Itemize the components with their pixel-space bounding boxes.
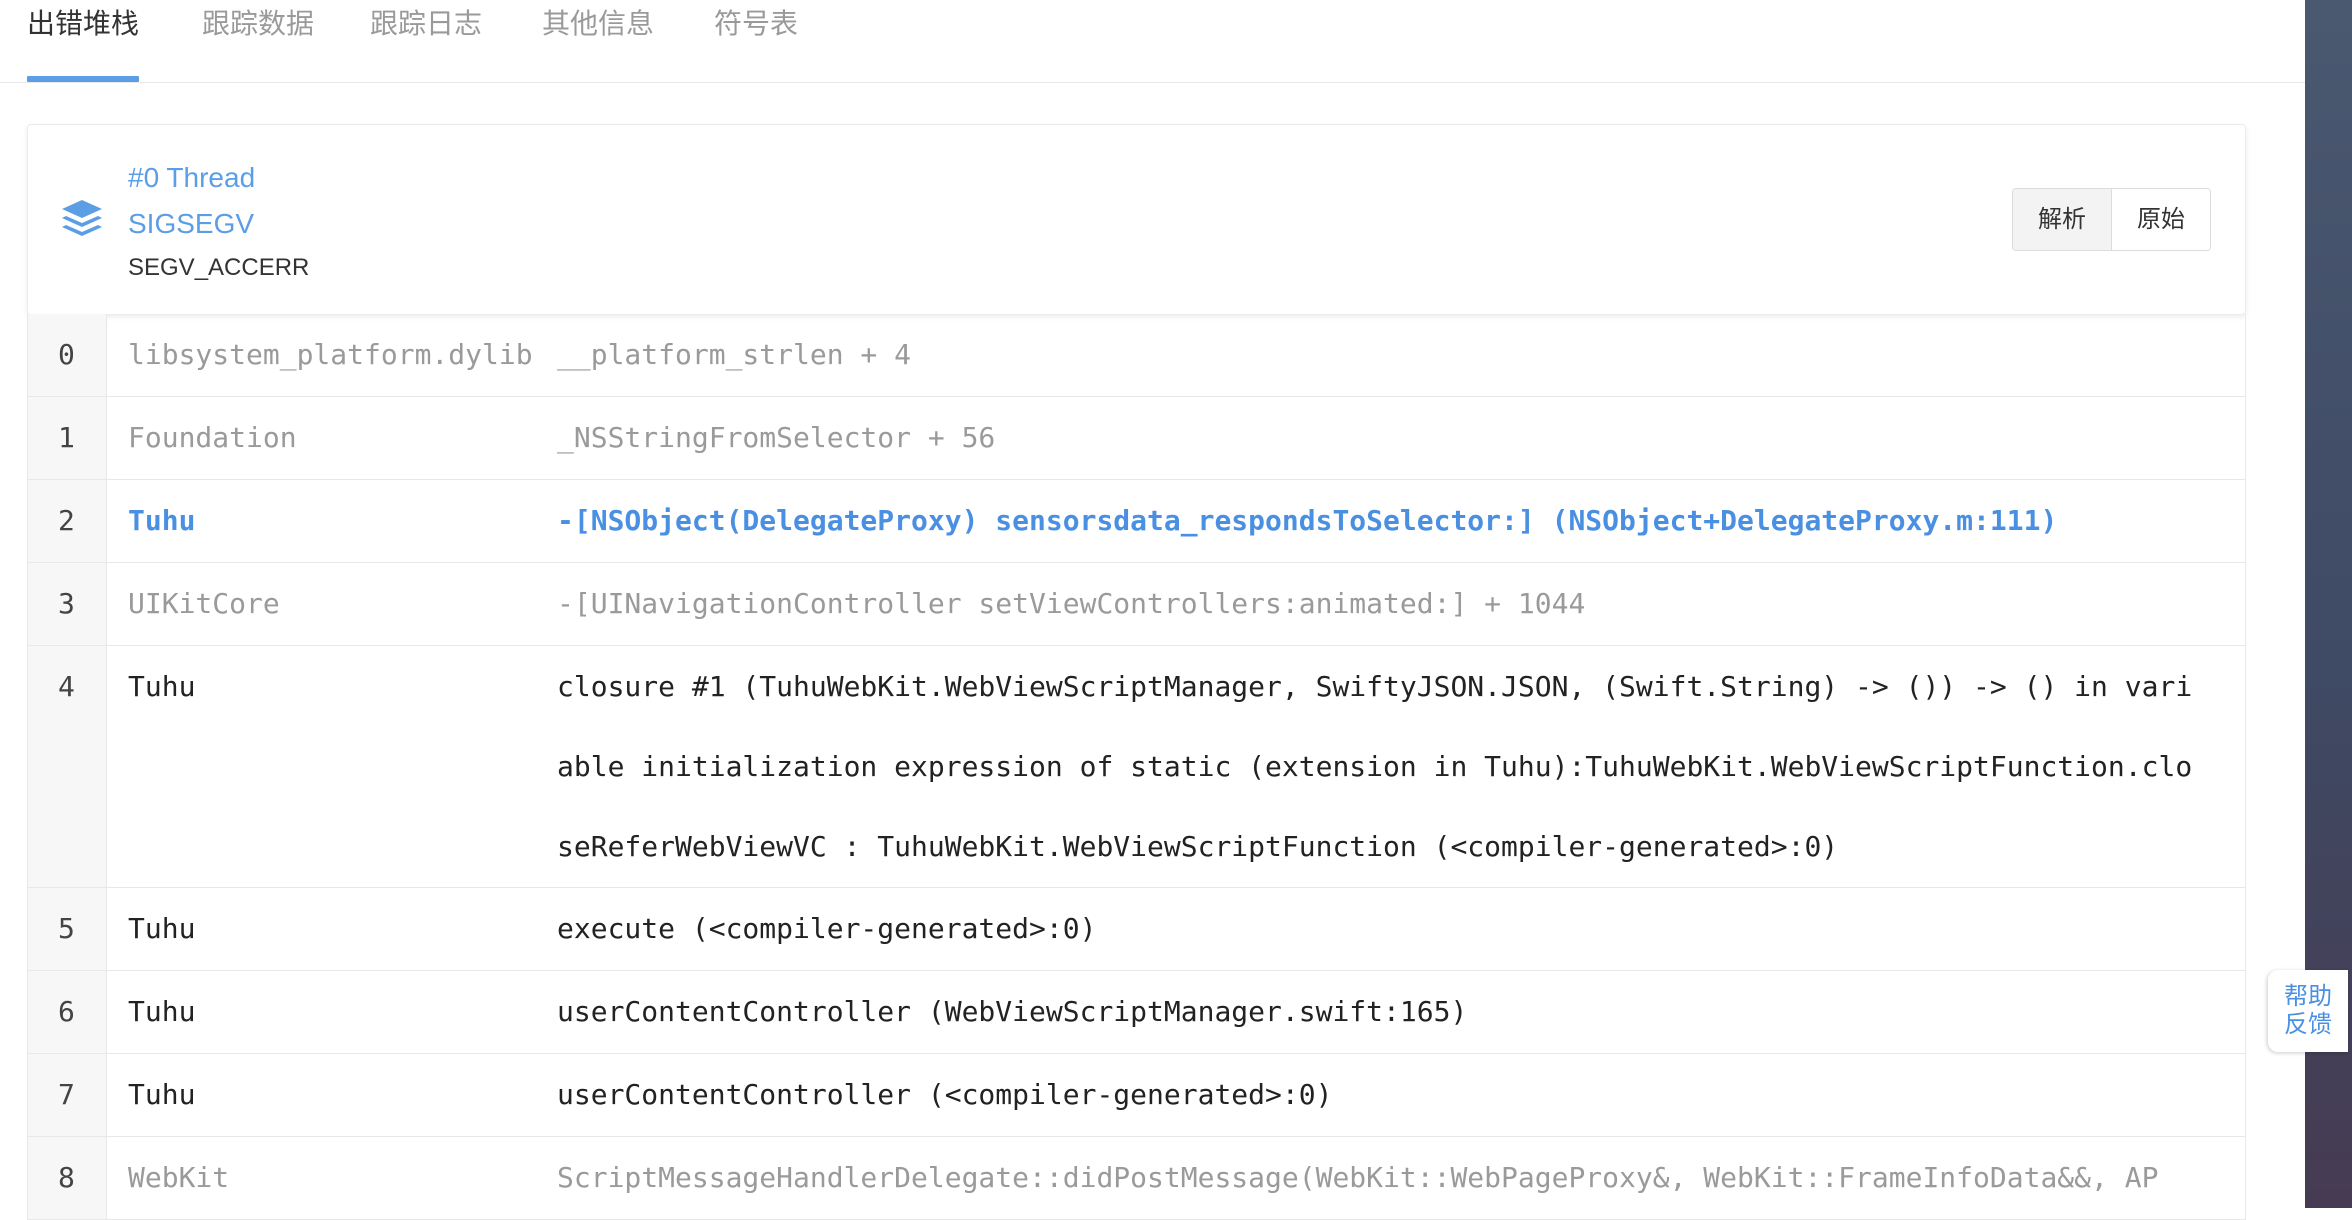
frame-symbol: closure #1 (TuhuWebKit.WebViewScriptMana… xyxy=(557,670,2193,863)
frame-library: Tuhu xyxy=(128,504,196,537)
parse-button[interactable]: 解析 xyxy=(2013,189,2111,250)
frame-index: 1 xyxy=(28,397,107,479)
frame-library: libsystem_platform.dylib xyxy=(128,338,533,371)
table-row: 3 UIKitCore -[UINavigationController set… xyxy=(28,563,2245,646)
tab-other-info[interactable]: 其他信息 xyxy=(542,6,654,42)
table-row: 5 Tuhu execute (<compiler-generated>:0) xyxy=(28,888,2245,971)
tab-trace-log[interactable]: 跟踪日志 xyxy=(370,6,482,42)
view-mode-toggle: 解析 原始 xyxy=(2012,188,2211,251)
frame-index: 7 xyxy=(28,1054,107,1136)
frame-index: 8 xyxy=(28,1137,107,1219)
frame-library: Tuhu xyxy=(128,670,196,703)
frame-symbol: userContentController (<compiler-generat… xyxy=(557,1078,1333,1111)
thread-title[interactable]: #0 Thread xyxy=(128,161,255,195)
active-tab-indicator xyxy=(27,76,139,82)
table-row: 2 Tuhu -[NSObject(DelegateProxy) sensors… xyxy=(28,480,2245,563)
frame-symbol: __platform_strlen + 4 xyxy=(557,338,912,371)
crash-detail-panel: 出错堆栈 跟踪数据 跟踪日志 其他信息 符号表 #0 Thread SIGSEG… xyxy=(0,0,2305,1220)
raw-button[interactable]: 原始 xyxy=(2111,189,2210,250)
frame-library: UIKitCore xyxy=(128,587,280,620)
layers-icon xyxy=(62,200,102,236)
help-feedback-button[interactable]: 帮助 反馈 xyxy=(2268,970,2348,1052)
frame-library: Foundation xyxy=(128,421,297,454)
frame-index: 6 xyxy=(28,971,107,1053)
thread-header: #0 Thread SIGSEGV SEGV_ACCERR 解析 原始 xyxy=(27,124,2246,315)
frame-symbol: -[NSObject(DelegateProxy) sensorsdata_re… xyxy=(557,504,2058,537)
frame-index: 5 xyxy=(28,888,107,970)
frame-symbol: execute (<compiler-generated>:0) xyxy=(557,912,1097,945)
frame-index: 0 xyxy=(28,314,107,396)
frame-symbol: ScriptMessageHandlerDelegate::didPostMes… xyxy=(557,1161,2159,1194)
frame-index: 4 xyxy=(28,646,107,887)
frame-library: WebKit xyxy=(128,1161,230,1194)
feedback-label: 反馈 xyxy=(2284,1011,2332,1038)
frame-symbol: _NSStringFromSelector + 56 xyxy=(557,421,996,454)
frame-library: Tuhu xyxy=(128,912,196,945)
frame-symbol: userContentController (WebViewScriptMana… xyxy=(557,995,1468,1028)
table-row: 7 Tuhu userContentController (<compiler-… xyxy=(28,1054,2245,1137)
tab-crash-stack[interactable]: 出错堆栈 xyxy=(27,6,139,42)
table-row: 4 Tuhu closure #1 (TuhuWebKit.WebViewScr… xyxy=(28,646,2245,888)
tab-trace-data[interactable]: 跟踪数据 xyxy=(202,6,314,42)
frame-library: Tuhu xyxy=(128,1078,196,1111)
tab-symbol-table[interactable]: 符号表 xyxy=(714,6,798,42)
signal-code: SEGV_ACCERR xyxy=(128,254,310,281)
frame-library: Tuhu xyxy=(128,995,196,1028)
table-row: 1 Foundation _NSStringFromSelector + 56 xyxy=(28,397,2245,480)
table-row: 0 libsystem_platform.dylib __platform_st… xyxy=(28,314,2245,397)
help-label: 帮助 xyxy=(2284,983,2332,1010)
frame-index: 2 xyxy=(28,480,107,562)
signal-name[interactable]: SIGSEGV xyxy=(128,207,254,241)
tab-bar: 出错堆栈 跟踪数据 跟踪日志 其他信息 符号表 xyxy=(0,0,2305,83)
frame-symbol: -[UINavigationController setViewControll… xyxy=(557,587,1586,620)
table-row: 6 Tuhu userContentController (WebViewScr… xyxy=(28,971,2245,1054)
stack-frames-table: 0 libsystem_platform.dylib __platform_st… xyxy=(27,314,2246,1220)
frame-index: 3 xyxy=(28,563,107,645)
